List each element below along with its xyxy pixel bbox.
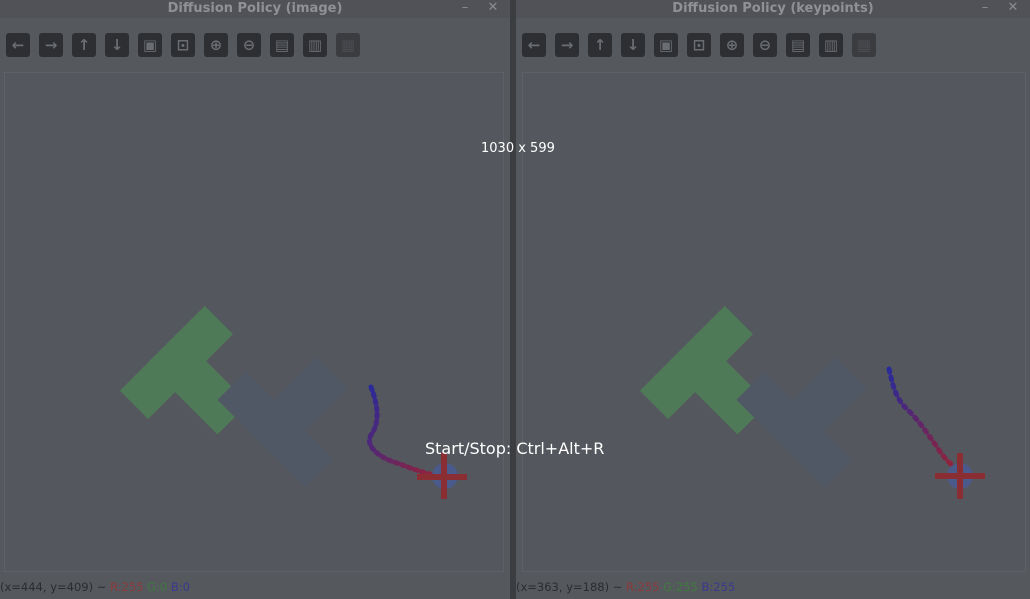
block-t-shape (217, 357, 348, 488)
status-coords: (x=363, y=188) ~ (516, 580, 623, 594)
arrow-right-icon[interactable]: → (39, 33, 63, 57)
image-canvas[interactable] (4, 72, 504, 572)
trajectory-path (367, 384, 446, 480)
copy-clipboard-icon[interactable]: ▥ (303, 33, 327, 57)
arrow-left-icon[interactable]: ← (6, 33, 30, 57)
image-canvas[interactable] (522, 72, 1026, 572)
status-coords: (x=444, y=409) ~ (0, 580, 107, 594)
arrow-left-icon[interactable]: ← (522, 33, 546, 57)
copy-clipboard-icon[interactable]: ▥ (819, 33, 843, 57)
arrow-up-icon[interactable]: ↑ (72, 33, 96, 57)
window-image: Diffusion Policy (image) – ✕ ← → ↑ ↓ ▣ ⊡ ⊕ ⊖ ▤ ▥ ▦ (0, 0, 510, 599)
block-t-shape (736, 357, 867, 488)
push-t-scene (119, 305, 467, 499)
push-t-scene (639, 305, 985, 499)
save-icon[interactable]: ▤ (270, 33, 294, 57)
status-g: G:255 (663, 580, 698, 594)
zoom-out-icon[interactable]: ⊖ (237, 33, 261, 57)
trajectory-path (886, 366, 962, 474)
arrow-up-icon[interactable]: ↑ (588, 33, 612, 57)
status-r: R:255 (626, 580, 660, 594)
status-bar: (x=363, y=188) ~ R:255 G:255 B:255 (516, 580, 735, 594)
close-button[interactable]: ✕ (1004, 0, 1022, 18)
zoom-in-icon[interactable]: ⊕ (204, 33, 228, 57)
screen-size-overlay: 1030 x 599 (481, 141, 555, 156)
zoom-in-icon[interactable]: ⊕ (720, 33, 744, 57)
status-b: B:0 (170, 580, 190, 594)
arrow-right-icon[interactable]: → (555, 33, 579, 57)
arrow-down-icon[interactable]: ↓ (105, 33, 129, 57)
zoom-to-fit-icon[interactable]: ▣ (654, 33, 678, 57)
save-icon[interactable]: ▤ (786, 33, 810, 57)
zoom-to-selection-icon[interactable]: ⊡ (687, 33, 711, 57)
zoom-out-icon[interactable]: ⊖ (753, 33, 777, 57)
minimize-button[interactable]: – (456, 0, 474, 18)
window-title[interactable]: Diffusion Policy (keypoints) (516, 0, 1030, 18)
zoom-to-fit-icon[interactable]: ▣ (138, 33, 162, 57)
close-button[interactable]: ✕ (484, 0, 502, 18)
properties-icon[interactable]: ▦ (336, 33, 360, 57)
toolbar: ← → ↑ ↓ ▣ ⊡ ⊕ ⊖ ▤ ▥ ▦ (516, 20, 1030, 70)
status-g: G:0 (147, 580, 168, 594)
properties-icon[interactable]: ▦ (852, 33, 876, 57)
window-title[interactable]: Diffusion Policy (image) (0, 0, 510, 18)
status-b: B:255 (701, 580, 736, 594)
recording-hint-overlay: Start/Stop: Ctrl+Alt+R (425, 439, 605, 458)
window-keypoints: Diffusion Policy (keypoints) – ✕ ← → ↑ ↓ ▣ ⊡ ⊕… (516, 0, 1030, 599)
arrow-down-icon[interactable]: ↓ (621, 33, 645, 57)
status-bar: (x=444, y=409) ~ R:255 G:0 B:0 (0, 580, 190, 594)
toolbar: ← → ↑ ↓ ▣ ⊡ ⊕ ⊖ ▤ ▥ ▦ (0, 20, 510, 70)
status-r: R:255 (110, 580, 144, 594)
minimize-button[interactable]: – (976, 0, 994, 18)
zoom-to-selection-icon[interactable]: ⊡ (171, 33, 195, 57)
